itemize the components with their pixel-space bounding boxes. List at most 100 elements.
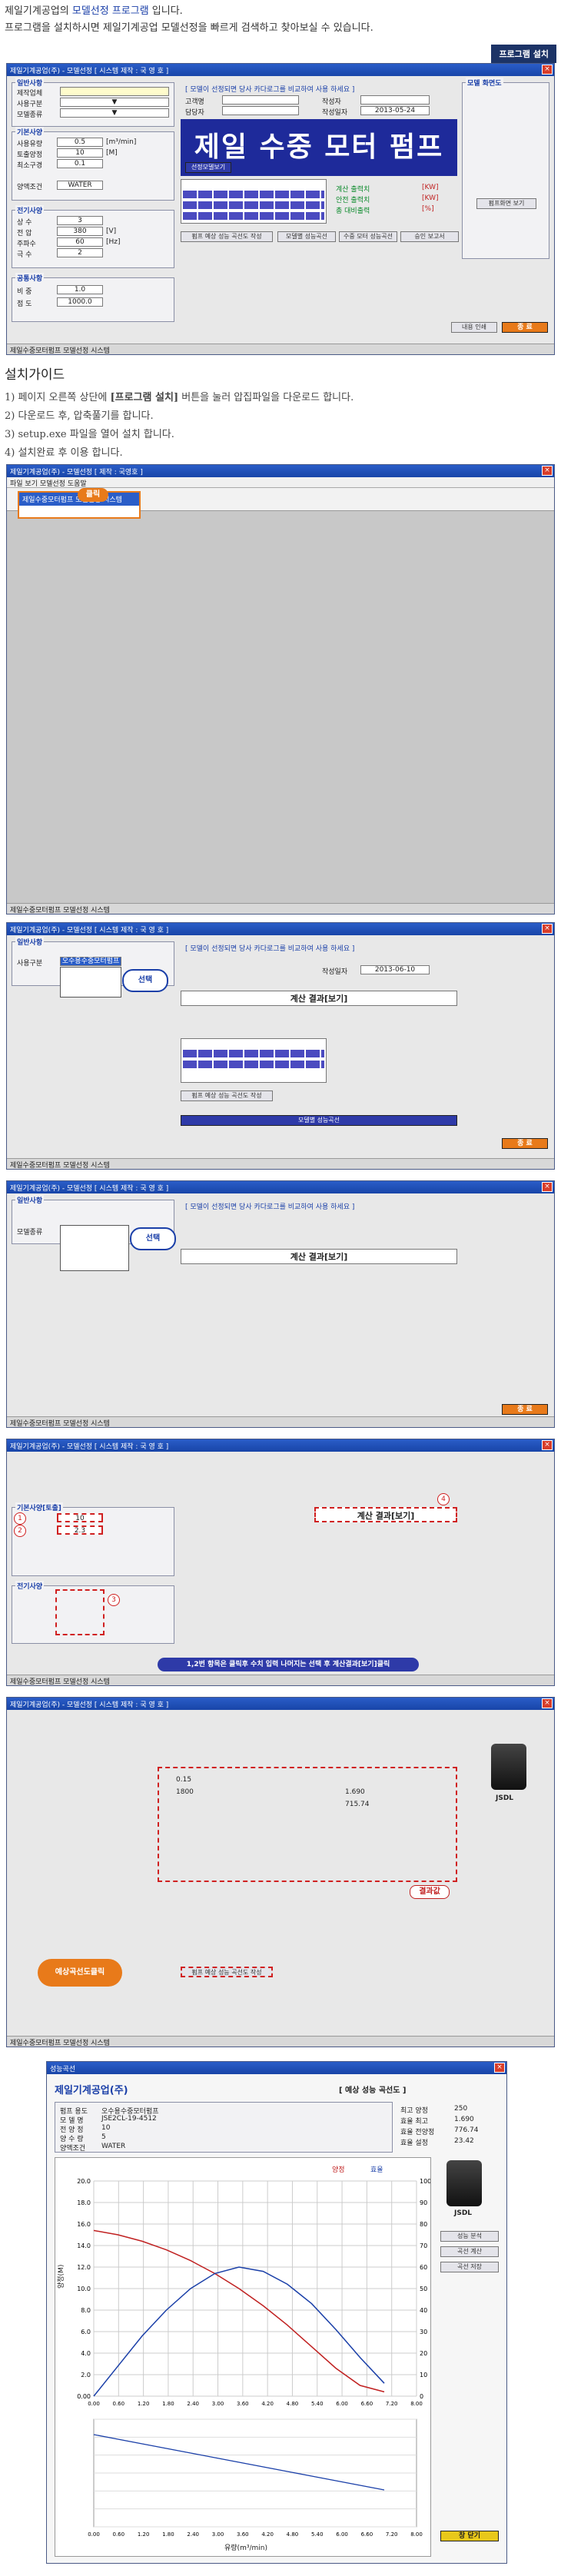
result-header[interactable]: 계산 결과[보기] <box>181 1249 457 1264</box>
freq-select[interactable]: 60 <box>57 237 103 247</box>
instruction-callout: 1,2번 항목은 클릭후 수치 입력 나머지는 선택 후 계산결과[보기]클릭 <box>158 1658 419 1671</box>
btn-approval[interactable]: 승인 보고서 <box>400 231 459 242</box>
x-tick: 5.40 <box>311 2401 324 2407</box>
x-tick-lower: 0.00 <box>88 2531 100 2538</box>
head-input[interactable]: 2.3 <box>57 1525 103 1535</box>
date-input[interactable]: 2013-05-24 <box>360 106 430 115</box>
common-group: 공통사항 비 중 1.0 점 도 1000.0 <box>12 273 174 322</box>
y-tick: 10.0 <box>77 2286 91 2292</box>
curve-info: 펌프 용도 오수용수중모터펌프 모 델 명 JSE2CL-19-4512 전 양 정… <box>55 2102 393 2153</box>
exit-button[interactable]: 종 료 <box>502 322 548 333</box>
usage-select-open[interactable]: 오수용수중모터펌프 <box>60 957 121 966</box>
btn-motor-curve[interactable]: 수중 모터 성능곡선 <box>339 231 397 242</box>
curve-button[interactable]: 펌프 예상 성능 곡선도 작성 <box>181 1090 273 1101</box>
exit-button[interactable]: 종 료 <box>502 1404 548 1415</box>
head-input[interactable]: 10 <box>57 148 103 158</box>
x-tick-lower: 0.60 <box>113 2531 125 2538</box>
type-select[interactable]: ▼ <box>60 108 169 118</box>
program-install-button[interactable]: 프로그램 설치 <box>491 45 556 63</box>
x-tick: 1.20 <box>138 2401 150 2407</box>
result-header[interactable]: 계산 결과[보기] <box>181 991 457 1006</box>
x-tick-lower: 2.40 <box>187 2531 199 2538</box>
y-tick: 8.0 <box>81 2307 91 2314</box>
close-icon[interactable]: × <box>542 466 553 476</box>
program-link[interactable]: 모델선정 프로그램 <box>72 5 149 17</box>
close-icon[interactable]: × <box>542 1440 553 1450</box>
diameter-input[interactable]: 0.1 <box>57 159 103 168</box>
analyze-button[interactable]: 성능 분석 <box>440 2231 499 2242</box>
select-callout-2: 선택 <box>130 1227 176 1250</box>
y-axis-label: 양정(M) <box>57 2265 65 2289</box>
x-tick: 6.60 <box>361 2401 373 2407</box>
flow-input[interactable]: 10 <box>57 1513 103 1522</box>
base-group: 기본사양 사용유량 0.5 [m³/min] 토출양정 10 [M] 최소구경 0.1 양… <box>12 127 174 201</box>
close-icon[interactable]: × <box>542 1698 553 1708</box>
x-tick: 4.80 <box>287 2401 299 2407</box>
pole-select[interactable]: 2 <box>57 248 103 257</box>
intro-line2: 프로그램을 설치하시면 제일기계공업 모델선정을 빠르게 검색하고 찾아보실 수… <box>5 22 373 34</box>
maker-input[interactable] <box>60 87 169 96</box>
x-tick-lower: 6.60 <box>361 2531 373 2538</box>
x-tick: 8.00 <box>410 2401 423 2407</box>
curve-button[interactable]: 펌프 예상 성능 곡선도 작성 <box>181 1967 273 1977</box>
elec-group: 전기사양 상 수3 전 압 380 [V] 주파수 60 [Hz] 극 수2 <box>12 205 174 268</box>
writer-input[interactable] <box>360 95 430 105</box>
type-options[interactable] <box>60 1225 129 1271</box>
y-tick: 18.0 <box>77 2199 91 2206</box>
intro: 제일기계공업의 모델선정 프로그램 입니다. 프로그램을 설치하시면 제일기계공… <box>5 3 556 37</box>
viscosity-input[interactable]: 1000.0 <box>57 297 103 307</box>
exit-button[interactable]: 종 료 <box>502 1138 548 1149</box>
curve-close-button[interactable]: 창 닫기 <box>440 2531 499 2541</box>
btn-model-curve[interactable]: 모델별 성능곡선 <box>277 231 336 242</box>
y-tick: 4.0 <box>81 2350 91 2357</box>
usage-select[interactable]: ▼ <box>60 98 169 107</box>
print-button[interactable]: 내용 인쇄 <box>451 322 497 333</box>
phase-select[interactable]: 3 <box>57 216 103 225</box>
customer-input[interactable] <box>222 95 299 105</box>
result-callout: 결과값 <box>410 1885 450 1899</box>
flow-input[interactable]: 0.5 <box>57 138 103 147</box>
x-tick-lower: 1.20 <box>138 2531 150 2538</box>
install-guide: 설치가이드 1) 페이지 오른쪽 상단에 [프로그램 설치] 버튼을 눌러 압집… <box>5 367 354 459</box>
y2-tick: 60 <box>420 2264 427 2271</box>
pump-view-button[interactable]: 펌프화면 보기 <box>476 198 536 209</box>
x-tick: 1.80 <box>162 2401 174 2407</box>
y-tick: 12.0 <box>77 2264 91 2271</box>
guide-title: 설치가이드 <box>5 367 65 383</box>
close-icon[interactable]: × <box>542 924 553 934</box>
close-icon[interactable]: × <box>542 1182 553 1192</box>
x-tick: 3.00 <box>212 2401 224 2407</box>
curve-calc-button[interactable]: 곡선 계산 <box>440 2246 499 2257</box>
y2-tick: 40 <box>420 2307 427 2314</box>
y-tick: 6.0 <box>81 2329 91 2335</box>
x-tick-lower: 8.00 <box>410 2531 423 2538</box>
title-bar-2: 제일기계공업(주) - 모델선정 [ 제작 : 국영호 ] × <box>7 465 554 477</box>
x-tick-lower: 4.80 <box>287 2531 299 2538</box>
x-tick: 0.00 <box>88 2401 100 2407</box>
curve-bar-button[interactable]: 모델별 성능곡선 <box>181 1115 457 1126</box>
person-input[interactable] <box>222 106 299 115</box>
y2-tick: 0 <box>420 2393 423 2400</box>
sg-input[interactable]: 1.0 <box>57 285 103 294</box>
volt-select[interactable]: 380 <box>57 227 103 236</box>
x-tick-lower: 1.80 <box>162 2531 174 2538</box>
x-tick-lower: 6.00 <box>336 2531 348 2538</box>
curve-button[interactable]: 펌프 예상 성능 곡선도 작성 <box>181 231 273 242</box>
menu-bar[interactable]: 파일 보기 모델선정 도움말 <box>7 477 554 488</box>
guide-install-ref: [프로그램 설치] <box>110 392 179 403</box>
x-tick-lower: 3.00 <box>212 2531 224 2538</box>
close-icon[interactable]: × <box>542 65 553 75</box>
app-window-5: 제일기계공업(주) - 모델선정 [ 시스템 제작 : 국 영 호 ] × 기본사… <box>6 1439 555 1686</box>
model-view-button[interactable]: 선정모델보기 <box>185 162 231 173</box>
curve-save-button[interactable]: 곡선 저장 <box>440 2262 499 2272</box>
date-input[interactable]: 2013-06-10 <box>360 965 430 974</box>
performance-chart: 20.0 18.0 16.0 14.0 12.0 10.0 8.0 6.0 4.0 2.0 0.00… <box>55 2157 431 2557</box>
result-header[interactable]: 계산 결과[보기] <box>314 1507 457 1522</box>
title-bar: 제일기계공업(주) - 모델선정 [ 시스템 제작 : 국 영 호 ] × <box>7 64 554 76</box>
fluid-input[interactable]: WATER <box>57 181 103 190</box>
close-icon[interactable]: × <box>494 2063 505 2073</box>
curve-window: 성능곡선 × 제일기계공업(주) [ 예상 성능 곡선도 ] 펌프 용도 오수용수중… <box>46 2061 507 2564</box>
y2-tick: 50 <box>420 2286 427 2292</box>
usage-options[interactable] <box>60 967 121 998</box>
y-tick: 20.0 <box>77 2178 91 2185</box>
